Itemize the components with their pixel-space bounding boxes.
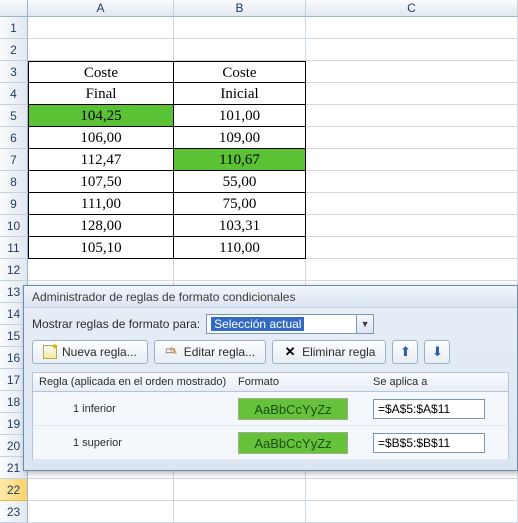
cell-C2[interactable]: [306, 39, 518, 61]
row-header-8[interactable]: 8: [0, 171, 28, 193]
row-header-12[interactable]: 12: [0, 259, 28, 281]
cell-B10[interactable]: 103,31: [174, 215, 306, 237]
delete-rule-button[interactable]: ✕ Eliminar regla: [272, 340, 386, 364]
col-format-label: Formato: [238, 376, 373, 388]
cell-B23[interactable]: [174, 501, 306, 523]
conditional-format-rules-dialog: Administrador de reglas de formato condi…: [23, 285, 518, 471]
column-header-B[interactable]: B: [174, 0, 306, 17]
cell-C8[interactable]: [306, 171, 518, 193]
row-header-10[interactable]: 10: [0, 215, 28, 237]
cell-A8[interactable]: 107,50: [28, 171, 174, 193]
col-applies-label: Se aplica a: [373, 376, 508, 388]
cell-B7[interactable]: 110,67: [174, 149, 306, 171]
cell-C10[interactable]: [306, 215, 518, 237]
row-header-5[interactable]: 5: [0, 105, 28, 127]
cell-C11[interactable]: [306, 237, 518, 259]
row-header-3[interactable]: 3: [0, 61, 28, 83]
rule-row[interactable]: 1 superiorAaBbCcYyZz =$B$5:$B$11: [32, 426, 509, 460]
column-header-C[interactable]: C: [306, 0, 518, 17]
cell-B11[interactable]: 110,00: [174, 237, 306, 259]
edit-rule-button[interactable]: Editar regla...: [154, 340, 266, 364]
cell-C12[interactable]: [306, 259, 518, 281]
format-preview: AaBbCcYyZz: [238, 398, 348, 420]
cell-C7[interactable]: [306, 149, 518, 171]
col-rule-label: Regla (aplicada en el orden mostrado): [33, 376, 238, 388]
cell-B22[interactable]: [174, 479, 306, 501]
new-rule-label: Nueva regla...: [62, 345, 137, 359]
cell-A2[interactable]: [28, 39, 174, 61]
rules-list-header: Regla (aplicada en el orden mostrado) Fo…: [32, 372, 509, 392]
cell-A23[interactable]: [28, 501, 174, 523]
edit-rule-label: Editar regla...: [184, 345, 255, 359]
new-rule-button[interactable]: Nueva regla...: [32, 340, 148, 364]
applies-to-input[interactable]: =$B$5:$B$11: [373, 433, 485, 453]
row-header-7[interactable]: 7: [0, 149, 28, 171]
cell-A3[interactable]: Coste: [28, 61, 174, 83]
arrow-down-icon: ⬇: [432, 345, 443, 359]
row-header-9[interactable]: 9: [0, 193, 28, 215]
show-rules-label: Mostrar reglas de formato para:: [32, 317, 200, 331]
format-preview: AaBbCcYyZz: [238, 432, 348, 454]
show-rules-combobox[interactable]: Selección actual ▼: [206, 314, 374, 334]
new-rule-icon: [43, 345, 57, 359]
cell-C4[interactable]: [306, 83, 518, 105]
chevron-down-icon[interactable]: ▼: [356, 315, 373, 333]
delete-rule-label: Eliminar regla: [302, 345, 375, 359]
select-all-corner[interactable]: [0, 0, 28, 17]
cell-A12[interactable]: [28, 259, 174, 281]
cell-C5[interactable]: [306, 105, 518, 127]
rule-row[interactable]: 1 inferiorAaBbCcYyZz =$A$5:$A$11: [32, 392, 509, 426]
rules-list: 1 inferiorAaBbCcYyZz=$A$5:$A$111 superio…: [32, 392, 509, 460]
cell-B5[interactable]: 101,00: [174, 105, 306, 127]
rule-name: 1 inferior: [33, 403, 238, 415]
cell-B3[interactable]: Coste: [174, 61, 306, 83]
show-rules-value: Selección actual: [211, 317, 304, 331]
row-header-23[interactable]: 23: [0, 501, 28, 523]
applies-to-input[interactable]: =$A$5:$A$11: [373, 399, 485, 419]
move-up-button[interactable]: ⬆: [392, 340, 418, 364]
cell-A22[interactable]: [28, 479, 174, 501]
cell-C23[interactable]: [306, 501, 518, 523]
dialog-titlebar[interactable]: Administrador de reglas de formato condi…: [24, 286, 517, 308]
dialog-title: Administrador de reglas de formato condi…: [32, 290, 295, 304]
delete-rule-icon: ✕: [283, 345, 297, 359]
cell-B8[interactable]: 55,00: [174, 171, 306, 193]
row-header-1[interactable]: 1: [0, 17, 28, 39]
cell-A10[interactable]: 128,00: [28, 215, 174, 237]
cell-C1[interactable]: [306, 17, 518, 39]
cell-B6[interactable]: 109,00: [174, 127, 306, 149]
row-header-2[interactable]: 2: [0, 39, 28, 61]
cell-A11[interactable]: 105,10: [28, 237, 174, 259]
cell-B1[interactable]: [174, 17, 306, 39]
column-header-A[interactable]: A: [28, 0, 174, 17]
cell-A7[interactable]: 112,47: [28, 149, 174, 171]
cell-A9[interactable]: 111,00: [28, 193, 174, 215]
row-header-6[interactable]: 6: [0, 127, 28, 149]
rule-name: 1 superior: [33, 437, 238, 449]
cell-B4[interactable]: Inicial: [174, 83, 306, 105]
move-down-button[interactable]: ⬇: [424, 340, 450, 364]
row-header-22[interactable]: 22: [0, 479, 28, 501]
row-header-4[interactable]: 4: [0, 83, 28, 105]
cell-B12[interactable]: [174, 259, 306, 281]
cell-A4[interactable]: Final: [28, 83, 174, 105]
cell-A1[interactable]: [28, 17, 174, 39]
cell-B2[interactable]: [174, 39, 306, 61]
arrow-up-icon: ⬆: [400, 345, 411, 359]
cell-B9[interactable]: 75,00: [174, 193, 306, 215]
column-headers: ABC: [0, 0, 518, 17]
edit-rule-icon: [165, 345, 179, 359]
cell-C6[interactable]: [306, 127, 518, 149]
cell-C3[interactable]: [306, 61, 518, 83]
cell-A5[interactable]: 104,25: [28, 105, 174, 127]
cell-C9[interactable]: [306, 193, 518, 215]
cell-A6[interactable]: 106,00: [28, 127, 174, 149]
row-header-11[interactable]: 11: [0, 237, 28, 259]
cell-C22[interactable]: [306, 479, 518, 501]
